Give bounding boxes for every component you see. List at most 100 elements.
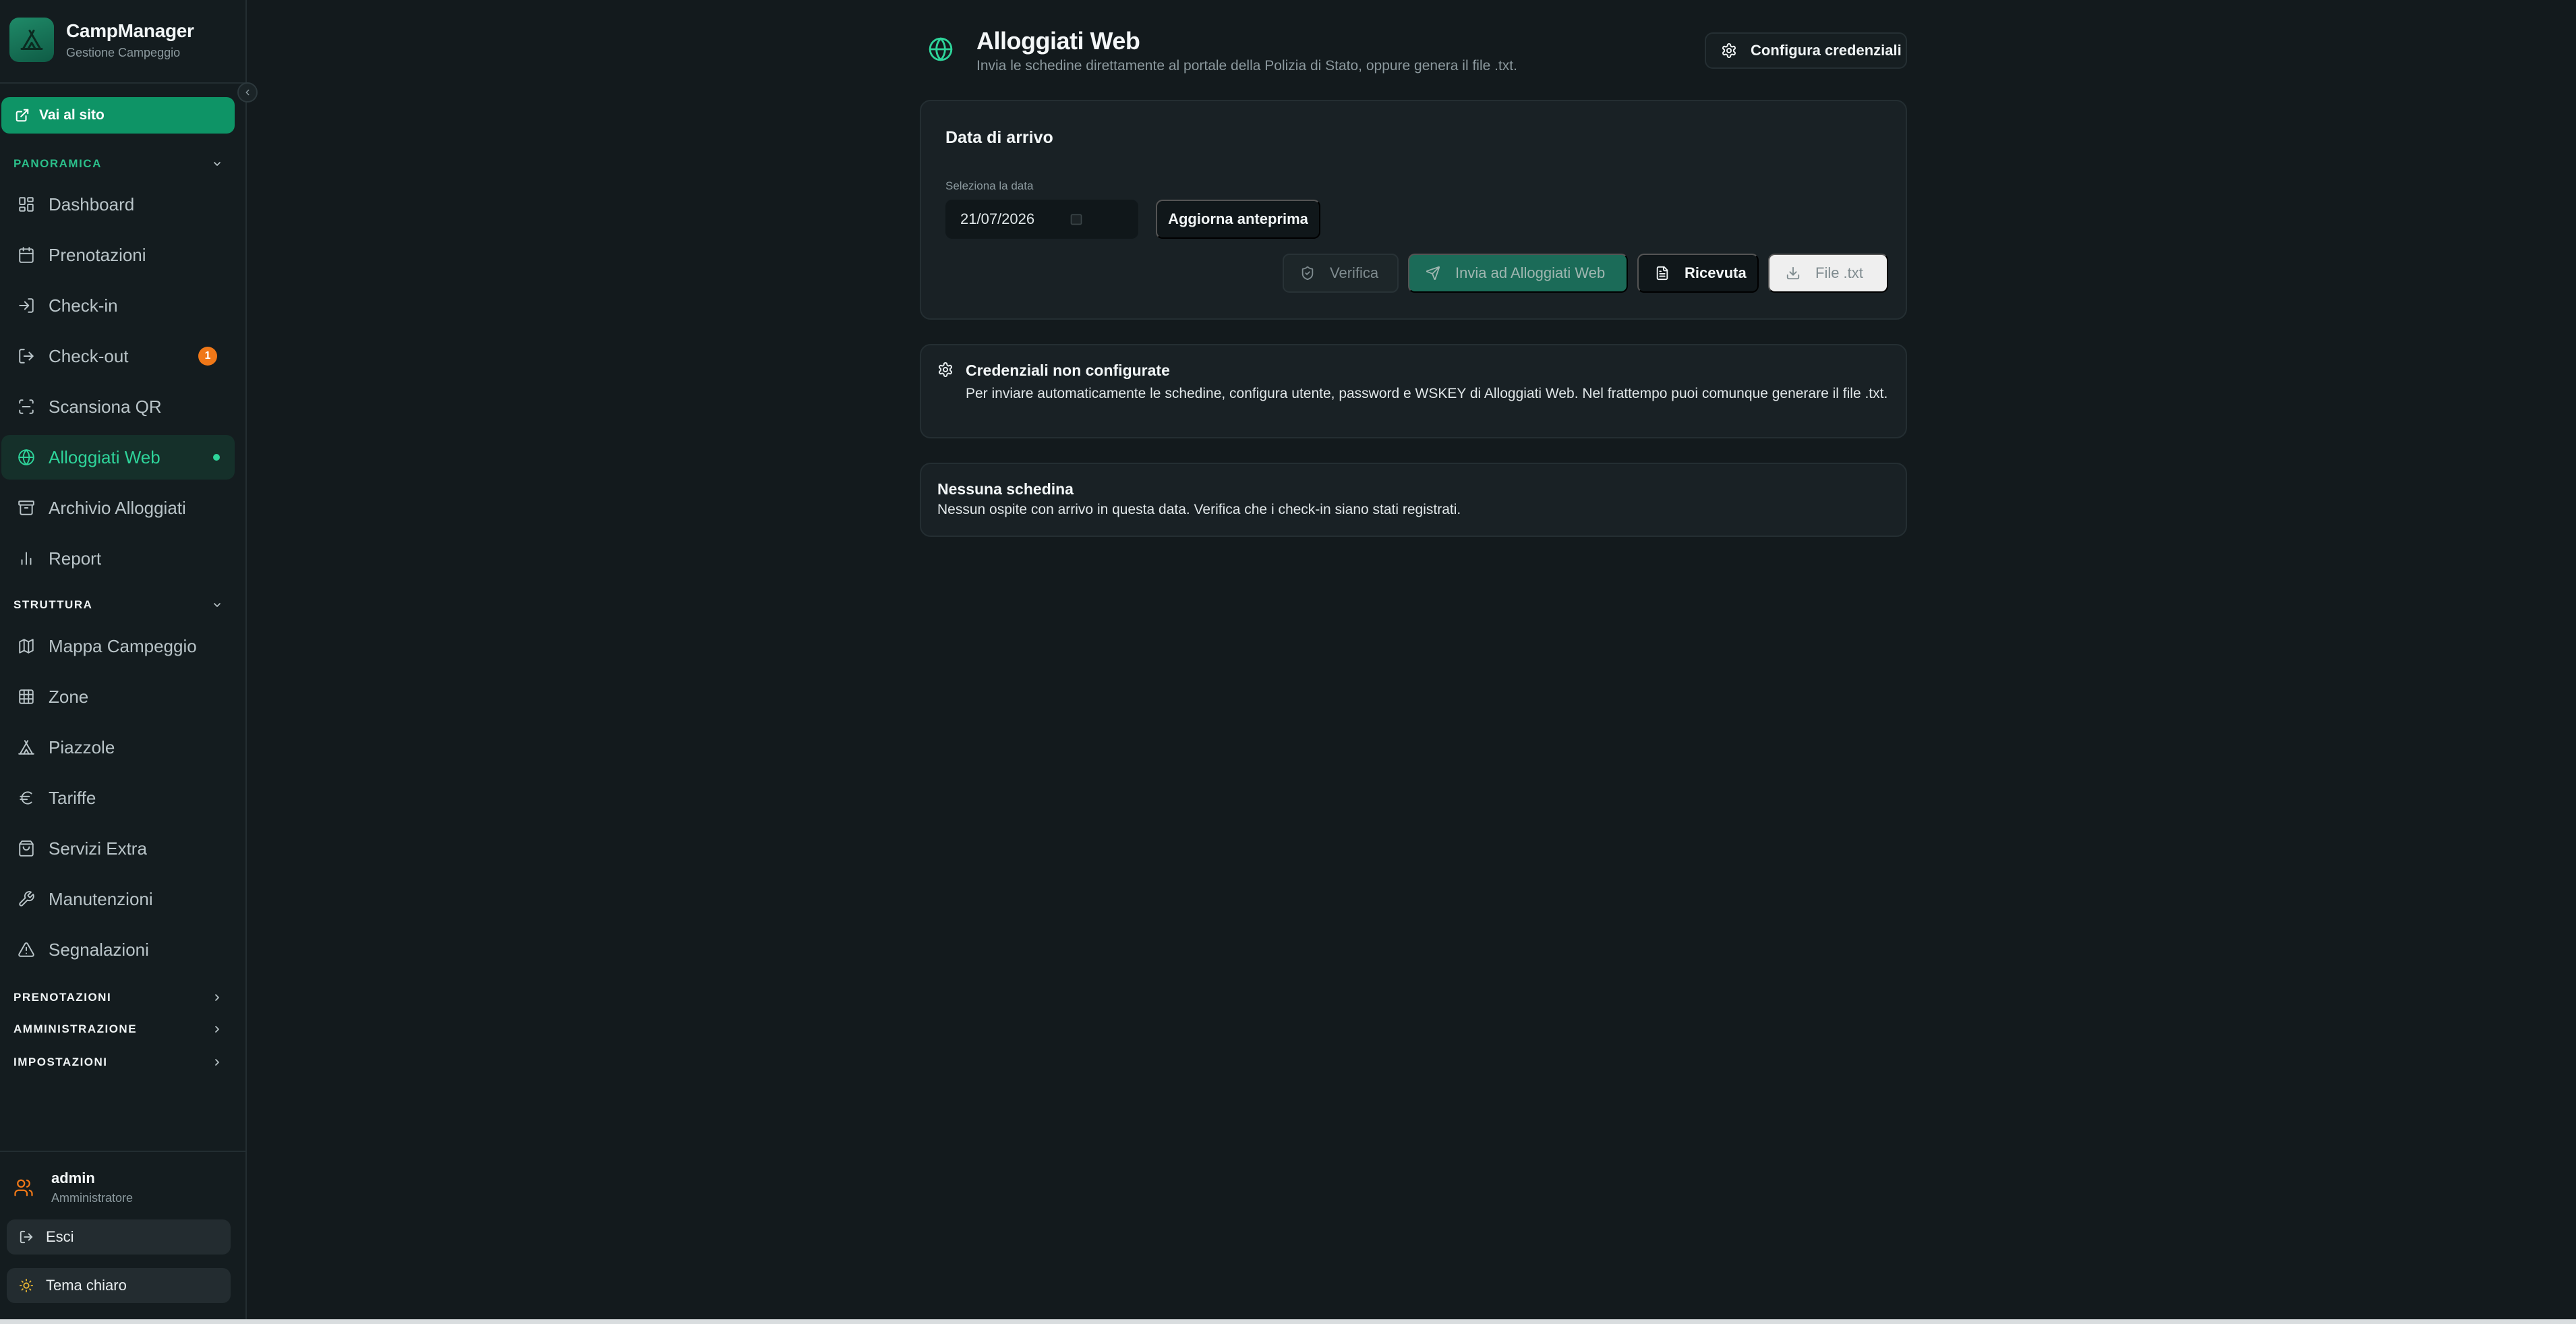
sidebar-item-label: Report xyxy=(49,548,102,569)
sidebar-item-label: Manutenzioni xyxy=(49,888,153,909)
notice-title: Credenziali non configurate xyxy=(966,362,1170,379)
logout-icon xyxy=(20,1230,33,1244)
checkout-count-badge: 1 xyxy=(198,347,217,366)
sidebar-item-segnalazioni[interactable]: Segnalazioni xyxy=(1,927,235,972)
sidebar-item-label: Check-out xyxy=(49,345,129,366)
window-bottom-edge xyxy=(0,1319,2576,1324)
scan-icon xyxy=(19,399,34,414)
login-icon xyxy=(19,298,34,313)
brand[interactable]: CampManager Gestione Campeggio xyxy=(9,18,194,62)
sidebar-item-servizi-extra[interactable]: Servizi Extra xyxy=(1,826,235,871)
shield-check-icon xyxy=(1301,266,1314,281)
sidebar-item-check-in[interactable]: Check-in xyxy=(1,283,235,328)
sidebar-item-manutenzioni[interactable]: Manutenzioni xyxy=(1,877,235,921)
sidebar-item-label: Scansiona QR xyxy=(49,396,162,417)
receipt-label: Ricevuta xyxy=(1685,264,1747,281)
gear-icon xyxy=(939,362,952,377)
sidebar-item-scansiona-qr[interactable]: Scansiona QR xyxy=(1,384,235,429)
sidebar-item-label: Zone xyxy=(49,686,89,707)
section-struttura[interactable]: STRUTTURA xyxy=(13,596,223,614)
wrench-icon xyxy=(19,891,34,906)
sidebar-item-report[interactable]: Report xyxy=(1,536,235,581)
receipt-button[interactable]: Ricevuta xyxy=(1637,254,1759,293)
user-profile[interactable]: admin Amministratore xyxy=(13,1170,133,1205)
sidebar-item-archivio-alloggiati[interactable]: Archivio Alloggiati xyxy=(1,486,235,530)
page-title: Alloggiati Web xyxy=(976,27,1140,55)
map-icon xyxy=(19,639,34,654)
sidebar-item-tariffe[interactable]: Tariffe xyxy=(1,776,235,820)
configure-credentials-label: Configura credenziali xyxy=(1751,42,1902,59)
collapse-sidebar-button[interactable] xyxy=(237,82,258,103)
sidebar-item-label: Piazzole xyxy=(49,737,115,757)
empty-text: Nessun ospite con arrivo in questa data.… xyxy=(937,502,1461,517)
external-link-icon xyxy=(16,109,29,122)
date-value: 21/07/2026 xyxy=(960,210,1035,227)
section-impostazioni[interactable]: IMPOSTAZIONI xyxy=(13,1054,223,1071)
page-subtitle: Invia le schedine direttamente al portal… xyxy=(976,58,1517,74)
send-icon xyxy=(1426,266,1440,281)
chevron-down-icon xyxy=(214,603,221,607)
empty-state: Nessuna schedina Nessun ospite con arriv… xyxy=(920,463,1907,537)
gear-icon xyxy=(1722,43,1736,58)
divider xyxy=(0,1151,247,1152)
divider xyxy=(0,82,247,84)
globe-icon xyxy=(928,36,954,62)
sidebar-item-alloggiati-web[interactable]: Alloggiati Web xyxy=(1,435,235,480)
sun-icon xyxy=(19,1278,34,1293)
empty-title: Nessuna schedina xyxy=(937,480,1074,498)
chevron-left-icon xyxy=(245,89,250,96)
sidebar-item-label: Check-in xyxy=(49,295,118,316)
send-alloggiati-button[interactable]: Invia ad Alloggiati Web xyxy=(1408,254,1628,293)
section-label: STRUTTURA xyxy=(13,598,93,611)
chevron-right-icon xyxy=(215,1059,219,1066)
date-label: Seleziona la data xyxy=(945,179,1034,192)
globe-icon xyxy=(18,449,34,465)
section-prenotazioni[interactable]: PRENOTAZIONI xyxy=(13,989,223,1006)
sidebar-item-label: Prenotazioni xyxy=(49,244,146,265)
sidebar-item-label: Archivio Alloggiati xyxy=(49,497,186,518)
configure-credentials-button[interactable]: Configura credenziali xyxy=(1705,32,1907,69)
sidebar-item-check-out[interactable]: Check-out 1 xyxy=(1,334,235,378)
verify-button[interactable]: Verifica xyxy=(1283,254,1399,293)
theme-toggle-label: Tema chiaro xyxy=(46,1277,127,1294)
sidebar-item-mappa-campeggio[interactable]: Mappa Campeggio xyxy=(1,624,235,668)
download-txt-button[interactable]: File .txt xyxy=(1768,254,1888,293)
sidebar-item-dashboard[interactable]: Dashboard xyxy=(1,182,235,227)
section-amministrazione[interactable]: AMMINISTRAZIONE xyxy=(13,1020,223,1038)
calendar-picker-icon[interactable] xyxy=(1070,212,1083,226)
sidebar-item-piazzole[interactable]: Piazzole xyxy=(1,725,235,770)
sidebar-item-label: Dashboard xyxy=(49,194,135,214)
chevron-right-icon xyxy=(215,1026,219,1033)
bar-chart-icon xyxy=(21,552,32,565)
refresh-preview-button[interactable]: Aggiorna anteprima xyxy=(1156,200,1320,239)
sidebar-item-label: Segnalazioni xyxy=(49,939,149,960)
sidebar-item-label: Servizi Extra xyxy=(49,838,147,859)
grid-icon xyxy=(19,689,34,704)
logout-label: Esci xyxy=(46,1228,74,1245)
arrival-card: Data di arrivo Seleziona la data 21/07/2… xyxy=(920,100,1907,320)
archive-icon xyxy=(18,500,34,515)
send-label: Invia ad Alloggiati Web xyxy=(1455,264,1606,281)
tent-logo-icon xyxy=(9,18,54,62)
sidebar-item-label: Tariffe xyxy=(49,787,96,808)
theme-toggle-button[interactable]: Tema chiaro xyxy=(7,1268,231,1303)
euro-icon xyxy=(20,791,32,805)
dashboard-icon xyxy=(19,197,34,212)
sidebar-item-prenotazioni[interactable]: Prenotazioni xyxy=(1,233,235,277)
brand-name: CampManager xyxy=(66,20,194,41)
logout-button[interactable]: Esci xyxy=(7,1219,231,1255)
warning-icon xyxy=(18,942,34,957)
sidebar: CampManager Gestione Campeggio Vai al si… xyxy=(0,0,247,1319)
visit-site-label: Vai al sito xyxy=(39,107,105,123)
sidebar-item-zone[interactable]: Zone xyxy=(1,674,235,719)
section-panoramica[interactable]: PANORAMICA xyxy=(13,155,223,173)
download-icon xyxy=(1786,266,1800,280)
logout-icon xyxy=(19,349,34,364)
active-indicator xyxy=(213,454,220,461)
calendar-icon xyxy=(19,247,34,263)
arrival-date-input[interactable]: 21/07/2026 xyxy=(945,200,1138,239)
tent-icon xyxy=(18,740,34,755)
visit-site-button[interactable]: Vai al sito xyxy=(1,97,235,134)
sidebar-item-label: Alloggiati Web xyxy=(49,447,160,467)
brand-subtitle: Gestione Campeggio xyxy=(66,45,181,59)
